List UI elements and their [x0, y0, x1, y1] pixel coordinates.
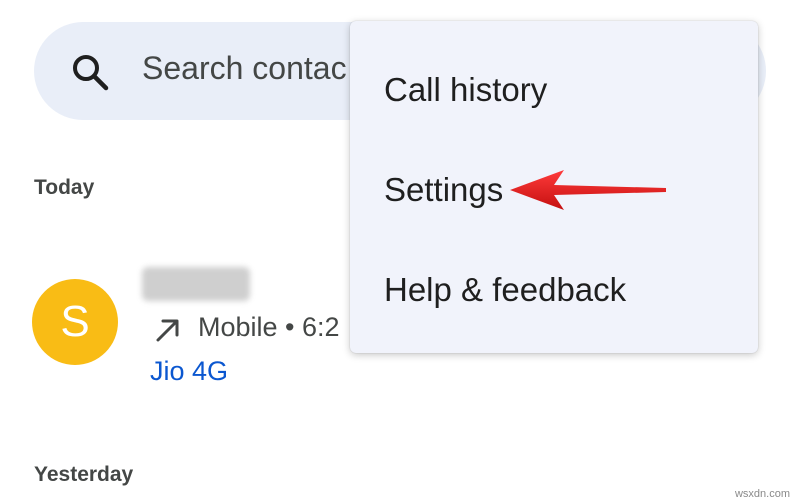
carrier-label: Jio 4G [150, 356, 229, 386]
red-pointer-arrow-icon [510, 170, 666, 210]
contact-name-blurred [142, 267, 250, 301]
menu-item-help-feedback[interactable]: Help & feedback [384, 271, 626, 309]
search-icon[interactable] [70, 52, 110, 92]
watermark: wsxdn.com [734, 488, 790, 500]
search-input[interactable]: Search contac [142, 50, 347, 87]
call-details: Mobile • 6:2 [198, 312, 340, 342]
call-log-row[interactable]: S Mobile • 6:2 Jio 4G [0, 262, 360, 392]
avatar: S [32, 279, 118, 365]
section-header-yesterday: Yesterday [34, 463, 134, 486]
outgoing-call-arrow-icon [156, 319, 179, 342]
section-header-today: Today [34, 176, 95, 199]
menu-item-settings[interactable]: Settings [384, 171, 503, 209]
menu-item-call-history[interactable]: Call history [384, 71, 547, 109]
